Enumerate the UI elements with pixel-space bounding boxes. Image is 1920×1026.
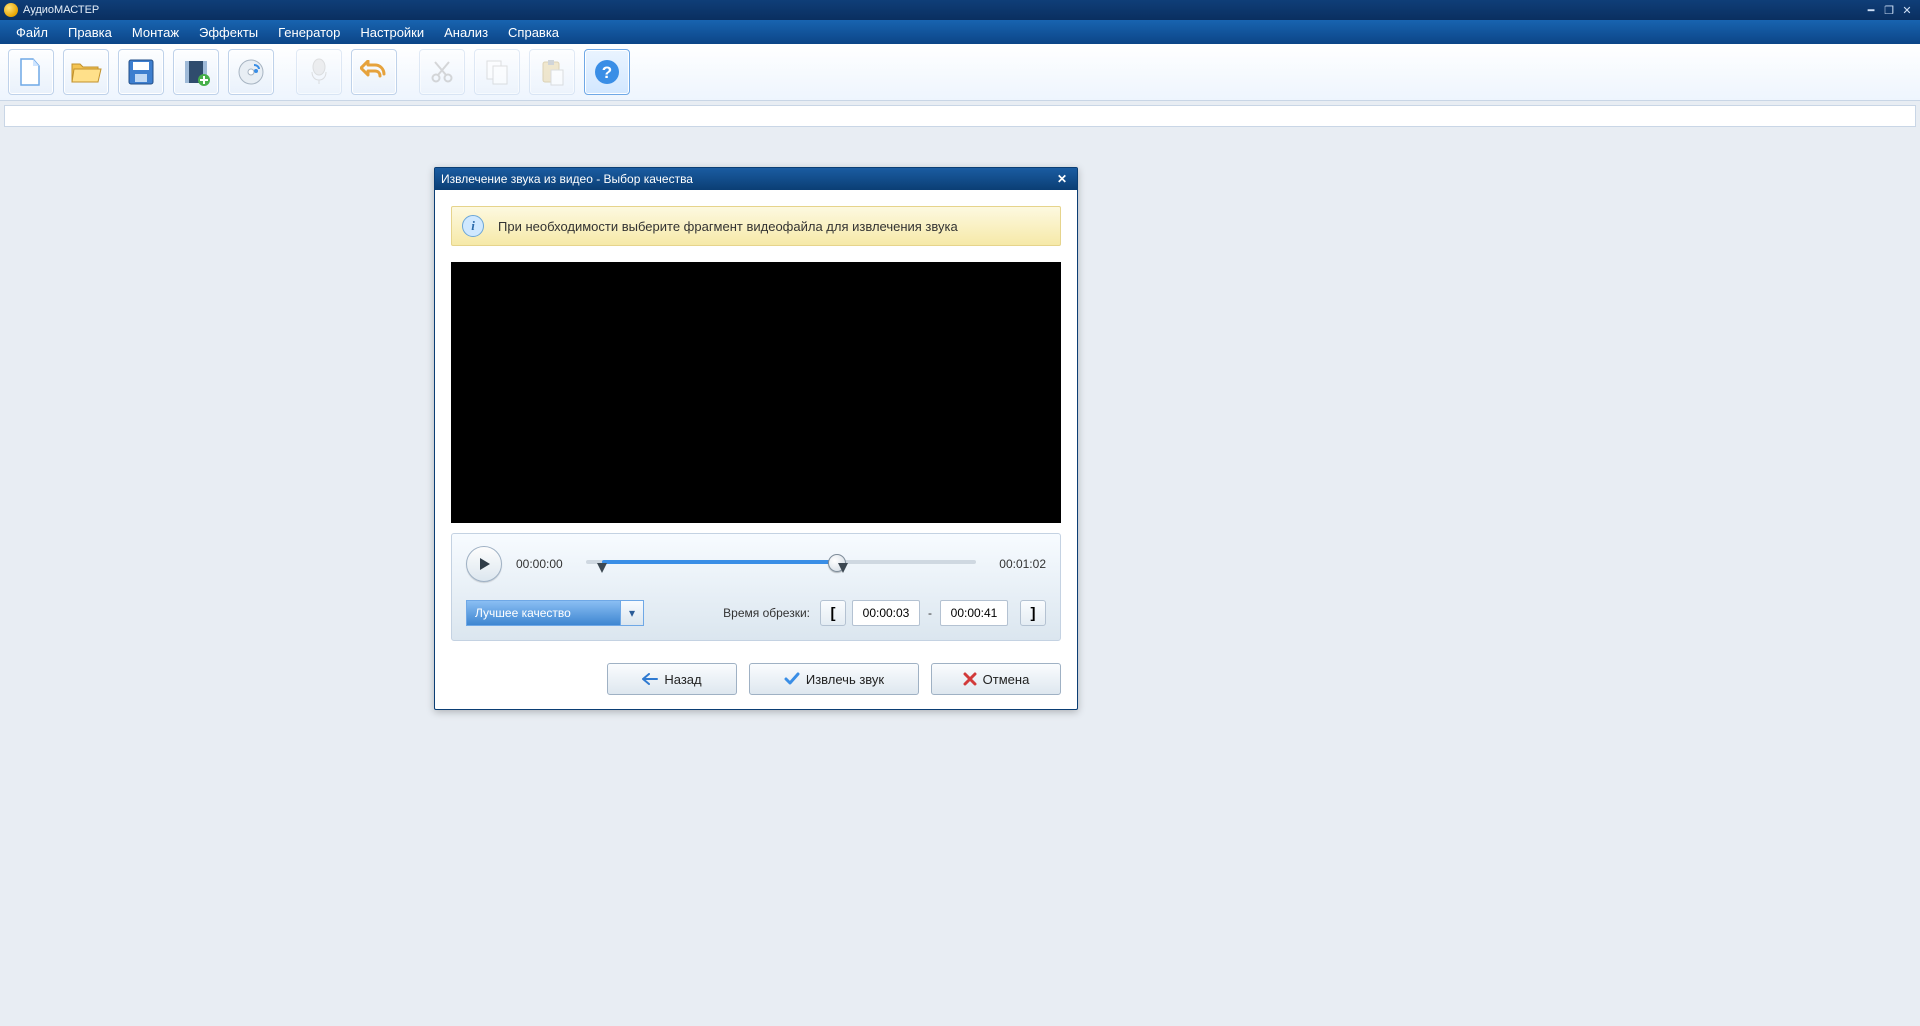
workspace: Извлечение звука из видео - Выбор качест… — [0, 127, 1920, 1026]
film-add-icon — [182, 58, 210, 86]
extract-audio-dialog: Извлечение звука из видео - Выбор качест… — [434, 167, 1078, 710]
trim-end-input[interactable] — [940, 600, 1008, 626]
cancel-icon — [963, 672, 977, 686]
extract-button-label: Извлечь звук — [806, 672, 884, 687]
paste-icon — [539, 58, 565, 86]
play-button[interactable] — [466, 546, 502, 582]
back-button-label: Назад — [664, 672, 701, 687]
cd-music-icon — [236, 57, 266, 87]
cancel-button-label: Отмена — [983, 672, 1030, 687]
quality-select-value: Лучшее качество — [467, 606, 620, 620]
menu-file[interactable]: Файл — [6, 22, 58, 43]
trim-end-handle[interactable] — [838, 563, 848, 573]
toolbar-add-video-button[interactable] — [173, 49, 219, 95]
toolbar-save-button[interactable] — [118, 49, 164, 95]
arrow-left-icon — [642, 673, 658, 685]
help-icon: ? — [593, 58, 621, 86]
dialog-title: Извлечение звука из видео - Выбор качест… — [441, 172, 693, 186]
cancel-button[interactable]: Отмена — [931, 663, 1061, 695]
trim-label: Время обрезки: — [723, 606, 810, 620]
info-banner: i При необходимости выберите фрагмент ви… — [451, 206, 1061, 246]
chevron-down-icon: ▾ — [620, 601, 643, 625]
menu-generator[interactable]: Генератор — [268, 22, 350, 43]
svg-text:?: ? — [602, 63, 612, 82]
playback-panel: 00:00:00 00:01:02 Лучшее качество ▾ — [451, 533, 1061, 641]
menu-help[interactable]: Справка — [498, 22, 569, 43]
menu-edit[interactable]: Правка — [58, 22, 122, 43]
toolbar-cut-button — [419, 49, 465, 95]
toolbar-new-button[interactable] — [8, 49, 54, 95]
playback-total-time: 00:01:02 — [990, 557, 1046, 571]
play-icon — [477, 557, 491, 571]
window-maximize-button[interactable]: ❐ — [1880, 3, 1898, 17]
info-banner-text: При необходимости выберите фрагмент виде… — [498, 219, 958, 234]
trim-start-input[interactable] — [852, 600, 920, 626]
quality-select[interactable]: Лучшее качество ▾ — [466, 600, 644, 626]
new-file-icon — [18, 57, 44, 87]
info-icon: i — [462, 215, 484, 237]
info-strip — [4, 105, 1916, 127]
dialog-close-button[interactable]: ✕ — [1053, 171, 1071, 187]
menu-settings[interactable]: Настройки — [350, 22, 434, 43]
microphone-icon — [306, 58, 332, 86]
dialog-button-row: Назад Извлечь звук Отмена — [435, 653, 1077, 709]
dialog-titlebar: Извлечение звука из видео - Выбор качест… — [435, 168, 1077, 190]
scissors-icon — [429, 59, 455, 85]
floppy-save-icon — [127, 58, 155, 86]
set-trim-end-button[interactable]: ] — [1020, 600, 1046, 626]
menu-analysis[interactable]: Анализ — [434, 22, 498, 43]
window-titlebar: АудиоМАСТЕР ━ ❐ ✕ — [0, 0, 1920, 20]
toolbar-open-button[interactable] — [63, 49, 109, 95]
folder-open-icon — [70, 59, 102, 85]
toolbar-record-button — [296, 49, 342, 95]
playback-current-time: 00:00:00 — [516, 557, 572, 571]
video-preview — [451, 262, 1061, 523]
undo-icon — [360, 60, 388, 84]
app-logo-icon — [4, 3, 18, 17]
check-icon — [784, 672, 800, 686]
menu-montage[interactable]: Монтаж — [122, 22, 189, 43]
app-title: АудиоМАСТЕР — [23, 4, 99, 16]
trim-start-handle[interactable] — [597, 563, 607, 573]
extract-button[interactable]: Извлечь звук — [749, 663, 919, 695]
menu-effects[interactable]: Эффекты — [189, 22, 268, 43]
toolbar-copy-button — [474, 49, 520, 95]
menu-bar: Файл Правка Монтаж Эффекты Генератор Нас… — [0, 20, 1920, 44]
main-toolbar: ? — [0, 44, 1920, 101]
back-button[interactable]: Назад — [607, 663, 737, 695]
window-close-button[interactable]: ✕ — [1898, 3, 1916, 17]
trim-slider[interactable] — [586, 550, 976, 578]
trim-separator: - — [928, 606, 932, 620]
toolbar-help-button[interactable]: ? — [584, 49, 630, 95]
set-trim-start-button[interactable]: [ — [820, 600, 846, 626]
toolbar-paste-button — [529, 49, 575, 95]
window-minimize-button[interactable]: ━ — [1862, 3, 1880, 17]
toolbar-undo-button[interactable] — [351, 49, 397, 95]
toolbar-cd-button[interactable] — [228, 49, 274, 95]
copy-icon — [484, 58, 510, 86]
